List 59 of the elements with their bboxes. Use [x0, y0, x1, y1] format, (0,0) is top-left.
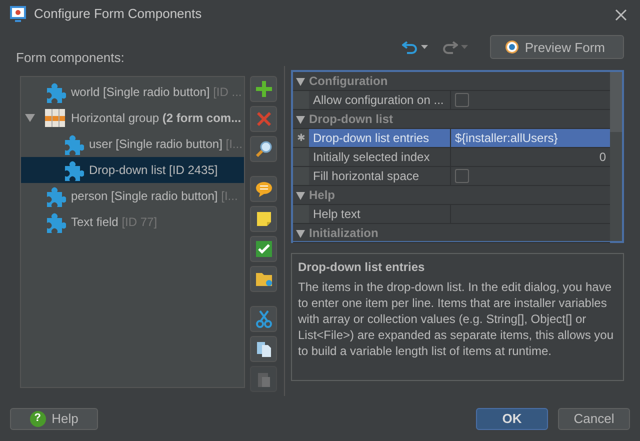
caret-icon: [460, 45, 468, 50]
category-label: Help: [309, 187, 336, 204]
tree-item[interactable]: Drop-down list [ID 2435]: [21, 157, 244, 184]
property-name[interactable]: Allow configuration on ...: [309, 91, 451, 110]
folder-button[interactable]: [250, 266, 277, 292]
expanded-arrow-icon[interactable]: [296, 76, 305, 86]
form-components-label: Form components:: [16, 49, 126, 62]
folder-icon: [254, 270, 272, 288]
expanded-arrow-icon[interactable]: [296, 190, 305, 200]
checkbox[interactable]: [455, 169, 469, 184]
search-button[interactable]: [250, 136, 277, 162]
property-name[interactable]: Help text: [309, 205, 451, 224]
property-name[interactable]: Drop-down list entries: [309, 129, 451, 148]
copy-icon: [254, 340, 272, 358]
property-name[interactable]: Initially selected index: [309, 148, 451, 166]
expanded-arrow-icon[interactable]: [296, 228, 305, 238]
checkmark-icon: [254, 240, 272, 258]
category-label: Drop-down list: [309, 111, 393, 128]
add-icon: [254, 80, 272, 98]
speech-bubble-button[interactable]: [250, 176, 277, 202]
ok-button[interactable]: OK: [476, 408, 548, 430]
scissors-button[interactable]: [250, 306, 277, 332]
window-title: Configure Form Components: [34, 5, 202, 24]
puzzle-piece-icon: [44, 81, 66, 104]
speech-bubble-icon: [254, 180, 272, 198]
property-value[interactable]: 0: [599, 148, 606, 166]
puzzle-piece-icon: [44, 211, 66, 234]
scrollbar-thumb[interactable]: [610, 72, 622, 132]
modified-marker: ✱: [297, 132, 305, 146]
undo-icon: [402, 40, 418, 54]
cancel-button[interactable]: Cancel: [558, 408, 630, 430]
puzzle-piece-icon: [44, 185, 66, 208]
app-monitor-icon: [10, 6, 26, 22]
copy-button[interactable]: [250, 336, 277, 362]
puzzle-piece-icon: [62, 159, 84, 182]
tree-item[interactable]: Horizontal group (2 form com...: [21, 105, 244, 132]
delete-icon: [254, 110, 272, 128]
table-group-icon: [44, 107, 66, 130]
scissors-icon: [254, 310, 272, 328]
expanded-arrow-icon[interactable]: [296, 114, 305, 124]
search-icon: [254, 140, 272, 158]
category-label: Initialization: [309, 225, 378, 242]
property-name[interactable]: Fill horizontal space: [309, 167, 451, 186]
eye-icon: [504, 40, 519, 54]
checkmark-button[interactable]: [250, 236, 277, 262]
expanded-arrow-icon[interactable]: [25, 113, 35, 124]
preview-form-button[interactable]: Preview Form: [490, 35, 624, 60]
sticky-note-button[interactable]: [250, 206, 277, 232]
puzzle-piece-icon: [62, 133, 84, 156]
description-text: The items in the drop-down list. In the edit dialog, you have to enter one item per line. Items that are installer variables with array or collection values (e.g. String[], Object[] or List<File>) are expanded as separate items, this allows you to build a variable length list of items at runtime.: [298, 278, 614, 359]
category-label: Configuration: [309, 73, 388, 90]
help-button[interactable]: ? Help: [10, 408, 98, 430]
caret-icon: [420, 45, 428, 50]
add-button[interactable]: [250, 76, 277, 102]
sticky-note-icon: [254, 210, 272, 228]
redo-icon: [442, 40, 458, 54]
description-title: Drop-down list entries: [298, 260, 426, 275]
checkbox[interactable]: [455, 93, 469, 108]
help-icon: ?: [30, 410, 46, 427]
